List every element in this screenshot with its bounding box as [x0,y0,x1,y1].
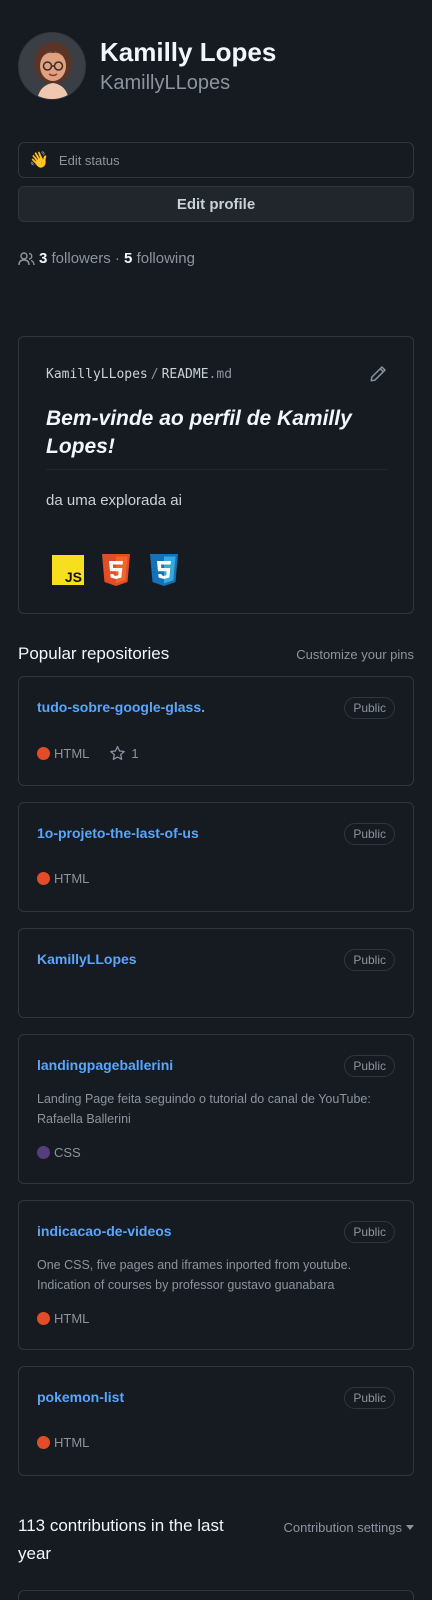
contributions-title: 113 contributions in the last year [18,1516,224,1563]
profile-fullname: Kamilly Lopes [100,37,277,67]
readme-file-link[interactable]: README.md [162,367,232,382]
repo-language: HTML [54,1311,90,1326]
repo-name-link[interactable]: pokemon-list [37,1389,124,1405]
contribution-settings-label: Contribution settings [283,1520,402,1535]
repo-card: 1o-projeto-the-last-of-us Public HTML [18,802,414,912]
readme-heading: Bem-vinde ao perfil de Kamilly Lopes! [46,407,352,458]
repo-description: Landing Page feita seguindo o tutorial d… [37,1092,371,1126]
pencil-icon[interactable] [369,365,387,388]
visibility-badge: Public [344,1055,395,1077]
caret-down-icon [406,1525,414,1530]
repo-meta: HTML [37,871,89,886]
repo-meta: CSS [37,1145,81,1160]
html5-icon [102,554,130,586]
edit-status-label: Edit status [58,152,120,168]
repo-language: HTML [54,871,90,886]
following-count: 5 [124,250,133,267]
contribution-graph-box [18,1590,414,1600]
repo-stars-link[interactable]: 1 [109,745,139,762]
star-icon [110,745,126,760]
profile-login: KamillyLLopes [100,72,231,94]
repo-description: One CSS, five pages and iframes inported… [37,1258,352,1292]
visibility-badge: Public [344,697,395,719]
repo-card: KamillyLLopes Public [18,928,414,1018]
edit-status-button[interactable]: 👋 Edit status [18,142,414,178]
repo-name-link[interactable]: 1o-projeto-the-last-of-us [37,825,199,841]
wave-emoji-icon: 👋 [29,152,49,169]
javascript-badge-text: JS [65,569,82,585]
language-color-dot [37,1436,50,1449]
tech-badges: JS [52,553,180,587]
repo-name-link[interactable]: landingpageballerini [37,1057,173,1073]
popular-repos-title: Popular repositories [18,644,170,663]
visibility-badge: Public [344,1387,395,1409]
repo-meta: HTML [37,1311,89,1326]
javascript-icon: JS [52,555,84,585]
readme-file-ext: .md [208,367,233,382]
repo-star-count: 1 [131,746,139,761]
profile-header: Kamilly Lopes KamillyLLopes [18,32,276,100]
readme-text: da uma explorada ai [46,492,182,509]
readme-file-base: README [161,367,209,382]
repo-name-link[interactable]: indicacao-de-videos [37,1223,172,1239]
repo-card: pokemon-list Public HTML [18,1366,414,1476]
people-icon [18,251,35,265]
profile-names: Kamilly Lopes KamillyLLopes [100,36,276,96]
repo-card: indicacao-de-videos Public One CSS, five… [18,1200,414,1350]
repo-card: tudo-sobre-google-glass. Public HTML 1 [18,676,414,786]
language-color-dot [37,872,50,885]
customize-pins-link[interactable]: Customize your pins [296,647,414,662]
repo-card: landingpageballerini Public Landing Page… [18,1034,414,1184]
css3-icon [150,554,178,586]
repo-meta: HTML [37,1435,89,1450]
readme-path: KamillyLLopes / README.md [46,367,232,382]
readme-path-separator: / [150,367,159,382]
follow-separator: · [114,250,120,267]
edit-profile-button[interactable]: Edit profile [18,186,414,222]
following-link[interactable]: 5 following [124,250,195,267]
readme-owner-link[interactable]: KamillyLLopes [46,367,148,382]
avatar-illustration [19,33,85,99]
readme-card: KamillyLLopes / README.md Bem-vinde ao per… [18,336,414,614]
repo-language: HTML [54,746,90,761]
repo-meta: HTML 1 [37,745,139,762]
visibility-badge: Public [344,949,395,971]
followers-link[interactable]: 3 followers [39,250,111,267]
language-color-dot [37,1146,50,1159]
visibility-badge: Public [344,1221,395,1243]
repo-language: CSS [54,1145,81,1160]
follow-stats: 3 followers · 5 following [18,250,195,267]
language-color-dot [37,747,50,760]
readme-divider [46,469,388,470]
followers-label: followers [51,250,111,267]
following-label: following [136,250,195,267]
language-color-dot [37,1312,50,1325]
visibility-badge: Public [344,823,395,845]
repo-language: HTML [54,1435,90,1450]
contribution-settings-dropdown[interactable]: Contribution settings [283,1520,414,1535]
followers-count: 3 [39,250,48,267]
repo-name-link[interactable]: tudo-sobre-google-glass. [37,699,205,715]
repo-name-link[interactable]: KamillyLLopes [37,951,137,967]
avatar[interactable] [18,32,86,100]
